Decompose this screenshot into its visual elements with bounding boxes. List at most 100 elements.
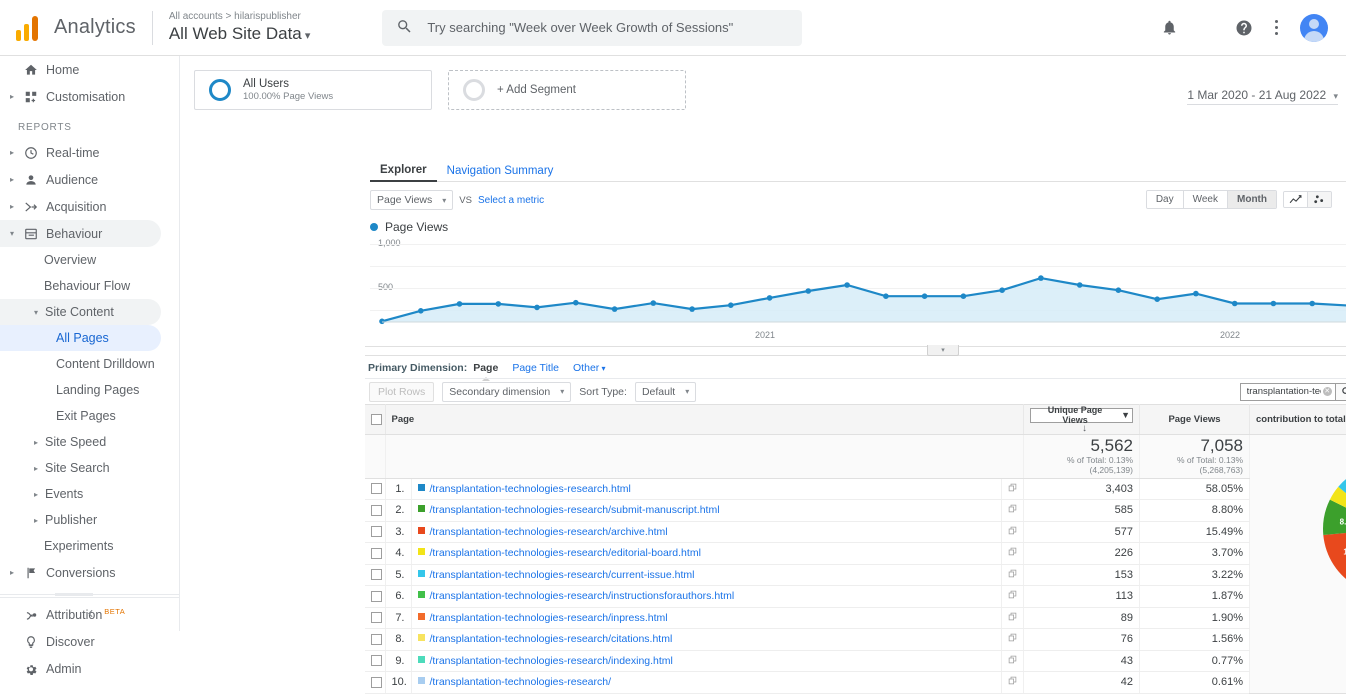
unique-page-views-select[interactable]: Unique Page Views ▼ xyxy=(1030,408,1133,423)
chart-slider-handle[interactable]: ▾ xyxy=(927,345,959,356)
date-range-picker[interactable]: 1 Mar 2020 - 21 Aug 2022 ▾ xyxy=(1187,88,1338,105)
open-in-new-icon[interactable] xyxy=(1008,590,1017,602)
add-segment-button[interactable]: + Add Segment xyxy=(448,70,686,110)
sidebar-item-behaviour-flow[interactable]: Behaviour Flow xyxy=(0,273,179,299)
row-checkbox[interactable] xyxy=(371,505,382,516)
row-checkbox[interactable] xyxy=(371,612,382,623)
sidebar-collapse-button[interactable] xyxy=(0,597,180,631)
sidebar-item-publisher[interactable]: ▸ Publisher xyxy=(0,507,179,533)
search-bar[interactable] xyxy=(382,10,802,46)
granularity-day[interactable]: Day xyxy=(1147,191,1184,208)
sidebar-item-conversions[interactable]: ▸ Conversions xyxy=(0,559,179,586)
select-a-metric-link[interactable]: Select a metric xyxy=(478,195,544,206)
primary-dimension-other[interactable]: Other ▾ xyxy=(573,362,606,374)
secondary-dimension-select[interactable]: Secondary dimension ▾ xyxy=(442,382,571,402)
row-checkbox[interactable] xyxy=(371,548,382,559)
sort-descending-icon[interactable]: ↓ xyxy=(1082,423,1087,434)
row-select-cell xyxy=(365,564,385,586)
row-checkbox[interactable] xyxy=(371,483,382,494)
more-vertical-icon[interactable] xyxy=(1275,20,1278,35)
row-page-link[interactable]: /transplantation-technologies-research/e… xyxy=(430,547,701,559)
row-page-link[interactable]: /transplantation-technologies-research/a… xyxy=(430,526,668,538)
open-in-new-icon[interactable] xyxy=(1008,655,1017,667)
sidebar-item-home[interactable]: Home xyxy=(0,56,179,83)
bell-icon[interactable] xyxy=(1161,19,1178,36)
page-views-timeseries-chart[interactable]: 1,000 500 2021 2022 xyxy=(370,234,1346,346)
sidebar-item-real-time[interactable]: ▸ Real-time xyxy=(0,139,179,166)
sidebar-item-customisation[interactable]: ▸ Customisation xyxy=(0,83,179,110)
primary-dimension-label: Primary Dimension: xyxy=(368,362,467,374)
open-in-new-icon[interactable] xyxy=(1008,483,1017,495)
page-column-header[interactable]: Page xyxy=(385,405,1024,435)
table-filter-input[interactable] xyxy=(1245,385,1323,398)
table-row: 6./transplantation-technologies-research… xyxy=(365,586,1346,608)
filter-search-button[interactable] xyxy=(1336,383,1346,401)
avatar[interactable] xyxy=(1300,14,1328,42)
row-page-link[interactable]: /transplantation-technologies-research/i… xyxy=(430,655,673,667)
help-icon[interactable] xyxy=(1235,19,1253,37)
segment-all-users[interactable]: All Users 100.00% Page Views xyxy=(194,70,432,110)
tab-navigation-summary[interactable]: Navigation Summary xyxy=(437,165,564,181)
clear-filter-icon[interactable]: ✕ xyxy=(1323,387,1332,396)
line-chart-icon[interactable] xyxy=(1284,192,1308,207)
chart-date-slider[interactable] xyxy=(365,346,1346,356)
sidebar-item-admin[interactable]: Admin xyxy=(0,655,179,682)
apps-grid-icon[interactable] xyxy=(1200,21,1213,34)
select-all-checkbox[interactable] xyxy=(371,414,382,425)
legend-color-swatch xyxy=(370,223,378,231)
plot-rows-button[interactable]: Plot Rows xyxy=(369,382,434,402)
sidebar-item-behaviour[interactable]: ▾ Behaviour xyxy=(0,220,161,247)
account-selector[interactable]: All accounts > hilarispublisher All Web … xyxy=(169,12,311,42)
row-page-link[interactable]: /transplantation-technologies-research/i… xyxy=(430,612,668,624)
open-in-new-icon[interactable] xyxy=(1008,612,1017,624)
sidebar-item-overview[interactable]: Overview xyxy=(0,247,179,273)
sidebar-item-label: Home xyxy=(46,63,79,77)
open-in-new-icon[interactable] xyxy=(1008,569,1017,581)
granularity-week[interactable]: Week xyxy=(1184,191,1228,208)
sidebar-item-audience[interactable]: ▸ Audience xyxy=(0,166,179,193)
open-in-new-icon[interactable] xyxy=(1008,504,1017,516)
segment-name: All Users xyxy=(243,77,333,91)
scatter-chart-icon[interactable] xyxy=(1308,192,1331,207)
row-page-link[interactable]: /transplantation-technologies-research.h… xyxy=(430,483,631,495)
open-in-new-icon[interactable] xyxy=(1008,547,1017,559)
contribution-pie-chart[interactable]: 58%15.5%8.8% xyxy=(1256,441,1346,661)
sidebar-item-landing-pages[interactable]: Landing Pages xyxy=(0,377,179,403)
row-checkbox[interactable] xyxy=(371,569,382,580)
sidebar-item-events[interactable]: ▸ Events xyxy=(0,481,179,507)
sidebar-item-site-speed[interactable]: ▸ Site Speed xyxy=(0,429,179,455)
row-page-link[interactable]: /transplantation-technologies-research/i… xyxy=(430,590,735,602)
row-page-link[interactable]: /transplantation-technologies-research/c… xyxy=(430,633,673,645)
table-filter-input-wrap[interactable]: ✕ xyxy=(1240,383,1336,401)
open-in-new-icon[interactable] xyxy=(1008,633,1017,645)
sidebar-item-discover[interactable]: Discover xyxy=(0,628,179,655)
search-input[interactable] xyxy=(425,19,788,36)
row-page-link[interactable]: /transplantation-technologies-research/c… xyxy=(430,569,695,581)
row-checkbox[interactable] xyxy=(371,591,382,602)
open-in-new-icon[interactable] xyxy=(1008,526,1017,538)
primary-dimension-page[interactable]: Page xyxy=(473,362,498,374)
primary-dimension-page-title[interactable]: Page Title xyxy=(512,362,559,374)
row-checkbox[interactable] xyxy=(371,526,382,537)
sidebar-item-site-content[interactable]: ▾ Site Content xyxy=(0,299,161,325)
metric-select[interactable]: Page Views ▾ xyxy=(370,190,453,210)
page-views-header[interactable]: Page Views xyxy=(1140,405,1250,435)
row-checkbox[interactable] xyxy=(371,655,382,666)
row-page-link[interactable]: /transplantation-technologies-research/s… xyxy=(430,504,720,516)
row-checkbox[interactable] xyxy=(371,677,382,688)
row-page-link[interactable]: /transplantation-technologies-research/ xyxy=(430,676,612,688)
sidebar-item-site-search[interactable]: ▸ Site Search xyxy=(0,455,179,481)
chevron-down-icon: ▾ xyxy=(302,30,311,42)
sidebar-item-experiments[interactable]: Experiments xyxy=(0,533,179,559)
sidebar-item-content-drilldown[interactable]: Content Drilldown xyxy=(0,351,179,377)
sidebar-item-exit-pages[interactable]: Exit Pages xyxy=(0,403,179,429)
open-in-new-icon[interactable] xyxy=(1008,676,1017,688)
sidebar-item-all-pages[interactable]: All Pages xyxy=(0,325,161,351)
granularity-month[interactable]: Month xyxy=(1228,191,1276,208)
tab-explorer[interactable]: Explorer xyxy=(370,164,437,182)
sort-type-select[interactable]: Default ▾ xyxy=(635,382,696,402)
row-checkbox[interactable] xyxy=(371,634,382,645)
sidebar-item-acquisition[interactable]: ▸ Acquisition xyxy=(0,193,179,220)
row-open-external-cell xyxy=(1002,629,1024,651)
row-select-cell xyxy=(365,672,385,694)
